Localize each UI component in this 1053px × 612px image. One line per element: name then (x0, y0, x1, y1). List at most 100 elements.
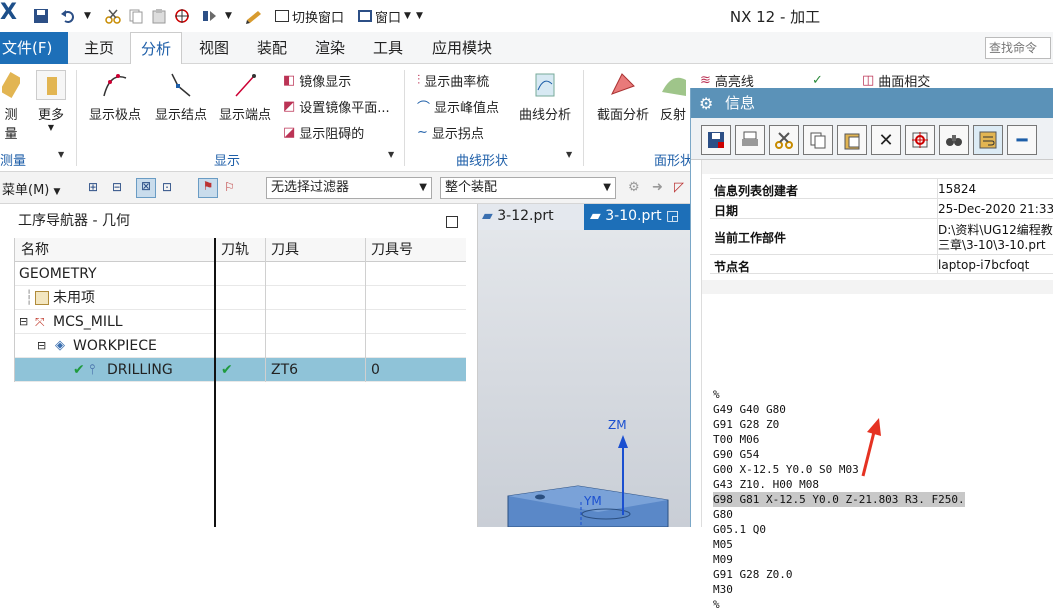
collapse-icon[interactable]: ⊟ (37, 334, 46, 358)
menu-dropdown-icon: ▼ (53, 187, 61, 197)
copy-icon[interactable] (128, 7, 144, 25)
display-group-label: 显示 (214, 154, 241, 169)
tab-home[interactable]: 主页 (78, 32, 120, 64)
chevron-down-icon: ▼ (603, 182, 611, 193)
paste-icon[interactable] (837, 125, 867, 155)
show-blocked-button[interactable]: ◪ 显示阻碍的 (283, 122, 364, 142)
show-endpoints-button[interactable]: 显示端点 (214, 70, 276, 123)
tree-line-icon: ┆ (25, 290, 34, 306)
folder-icon (35, 291, 49, 305)
column-tool[interactable]: 刀具 (271, 238, 299, 262)
measure-icon[interactable]: ◸ (674, 180, 684, 195)
navigator-view-icon[interactable]: ⚑ (198, 178, 218, 198)
curve-analysis-button[interactable]: 曲线分析 (514, 70, 576, 123)
field-key: 节点名 (714, 260, 751, 274)
command-search-input[interactable] (985, 37, 1051, 59)
save-icon[interactable] (701, 125, 731, 155)
chevron-down-icon: ▼ (419, 182, 427, 193)
cut-icon[interactable] (105, 7, 121, 25)
measure-group-expand-icon[interactable]: ▼ (58, 150, 64, 168)
binoculars-icon[interactable] (939, 125, 969, 155)
table-row[interactable]: ⊟ ⤧ MCS_MILL (15, 310, 466, 334)
selection-icon[interactable] (202, 7, 218, 25)
surface-intersect-button[interactable]: ◫ 曲面相交 (862, 70, 930, 90)
curve-group-label: 曲线形状 (456, 154, 509, 169)
curve-group-expand-icon[interactable]: ▼ (566, 150, 572, 168)
cut-icon[interactable] (769, 125, 799, 155)
column-toolpath[interactable]: 刀轨 (221, 238, 249, 262)
file-menu-button[interactable]: 文件(F) (0, 32, 68, 64)
switch-window-button[interactable]: 切换窗口 (275, 7, 345, 26)
undo-icon[interactable] (60, 7, 76, 25)
minimize-icon[interactable]: ━ (1007, 125, 1037, 155)
nc-code-listing: % G49 G40 G80 G91 G28 Z0 T00 M06 G90 G54 G00 … (713, 387, 965, 612)
tab-part-3-10[interactable]: ▰ 3-10.prt ◲ (584, 204, 690, 230)
window-button[interactable]: 窗口 ▼ ▼ (358, 7, 423, 26)
show-peak-points-button[interactable]: ⌒ 显示峰值点 (417, 96, 499, 116)
pencil-icon[interactable] (245, 7, 263, 25)
menu-button[interactable]: 菜单(M) ▼ (2, 179, 60, 198)
arrow-icon[interactable]: ➜ (652, 180, 663, 195)
close-icon[interactable]: ✕ (871, 125, 901, 155)
blocked-icon: ◪ (283, 124, 296, 140)
column-divider (214, 238, 216, 527)
find-icon[interactable] (905, 125, 935, 155)
set-mirror-plane-button[interactable]: ◩ 设置镜像平面... (283, 96, 390, 116)
column-tool-number[interactable]: 刀具号 (371, 238, 413, 262)
window-icon (358, 10, 372, 22)
selection-dropdown-icon[interactable]: ▼ (225, 7, 232, 25)
navigator-filter-icon[interactable]: ⚐ (224, 180, 240, 196)
type-filter-icon[interactable]: ⊟ (112, 180, 128, 196)
section-analysis-button[interactable]: 截面分析 (592, 70, 654, 123)
window-dropdown-icon: ▼ (404, 11, 411, 21)
checkmate-button[interactable]: ✓ (812, 70, 823, 90)
show-knots-button[interactable]: 显示结点 (150, 70, 212, 123)
paste-icon[interactable] (151, 7, 167, 25)
word-wrap-icon[interactable] (973, 125, 1003, 155)
mirror-display-button[interactable]: ◧ 镜像显示 (283, 70, 351, 90)
select-body-icon[interactable]: ⊡ (162, 180, 178, 196)
show-inflections-button[interactable]: ∼ 显示拐点 (417, 122, 484, 142)
title-bar: X ▼ ▼ 切换窗口 窗口 ▼ ▼ NX 12 - 加工 (0, 0, 1053, 32)
mirror-plane-icon: ◩ (283, 98, 296, 114)
graphics-viewport[interactable]: ZM YM (478, 230, 690, 528)
save-icon[interactable] (33, 7, 49, 25)
assembly-icon[interactable]: ⚙ (628, 180, 640, 195)
measure-button[interactable]: 测量 (0, 70, 23, 142)
code-line: G80 (713, 508, 733, 521)
select-feature-icon[interactable]: ⊠ (136, 178, 156, 198)
tab-assembly[interactable]: 装配 (248, 32, 296, 64)
tab-tools[interactable]: 工具 (364, 32, 412, 64)
print-icon[interactable] (735, 125, 765, 155)
table-row[interactable]: ⊟ ◈ WORKPIECE (15, 334, 466, 358)
show-poles-button[interactable]: 显示极点 (84, 70, 146, 123)
table-row[interactable]: ┆ 未用项 (15, 286, 466, 310)
tab-view[interactable]: 视图 (190, 32, 238, 64)
collapse-icon[interactable]: ⊟ (19, 310, 28, 334)
workpiece-icon: ◈ (55, 338, 65, 353)
show-curvature-comb-button[interactable]: ⫶ 显示曲率梳 (417, 70, 489, 90)
reflection-button[interactable]: 反射 (656, 70, 690, 123)
table-row-selected[interactable]: ✔ ⫯ DRILLING ✔ ZT6 0 (15, 358, 466, 382)
snap-point-icon[interactable]: ⊞ (88, 180, 104, 196)
undo-dropdown-icon[interactable]: ▼ (84, 7, 91, 25)
copy-icon[interactable] (803, 125, 833, 155)
highlight-lines-icon: ≋ (700, 72, 711, 88)
column-name[interactable]: 名称 (21, 238, 49, 262)
tab-render[interactable]: 渲染 (306, 32, 354, 64)
close-icon[interactable]: ◲ (666, 208, 679, 224)
tab-analysis[interactable]: 分析 (130, 32, 182, 64)
selection-filter-select[interactable]: 无选择过滤器 ▼ (266, 177, 432, 199)
highlight-lines-button[interactable]: ≋ 高亮线 (700, 70, 754, 90)
maximize-icon[interactable] (446, 216, 458, 228)
more-button[interactable]: 更多 ▼ (32, 70, 70, 132)
tab-part-3-12[interactable]: ▰ 3-12.prt (482, 208, 554, 224)
table-row[interactable]: GEOMETRY (15, 262, 466, 286)
snap-icon[interactable] (174, 7, 190, 25)
tab-application[interactable]: 应用模块 (424, 32, 500, 64)
switch-window-label: 切换窗口 (292, 10, 345, 26)
tab-label: 3-10.prt (605, 208, 662, 224)
assembly-scope-select[interactable]: 整个装配 ▼ (440, 177, 616, 199)
row-name: GEOMETRY (19, 266, 97, 282)
display-group-expand-icon[interactable]: ▼ (388, 150, 394, 168)
